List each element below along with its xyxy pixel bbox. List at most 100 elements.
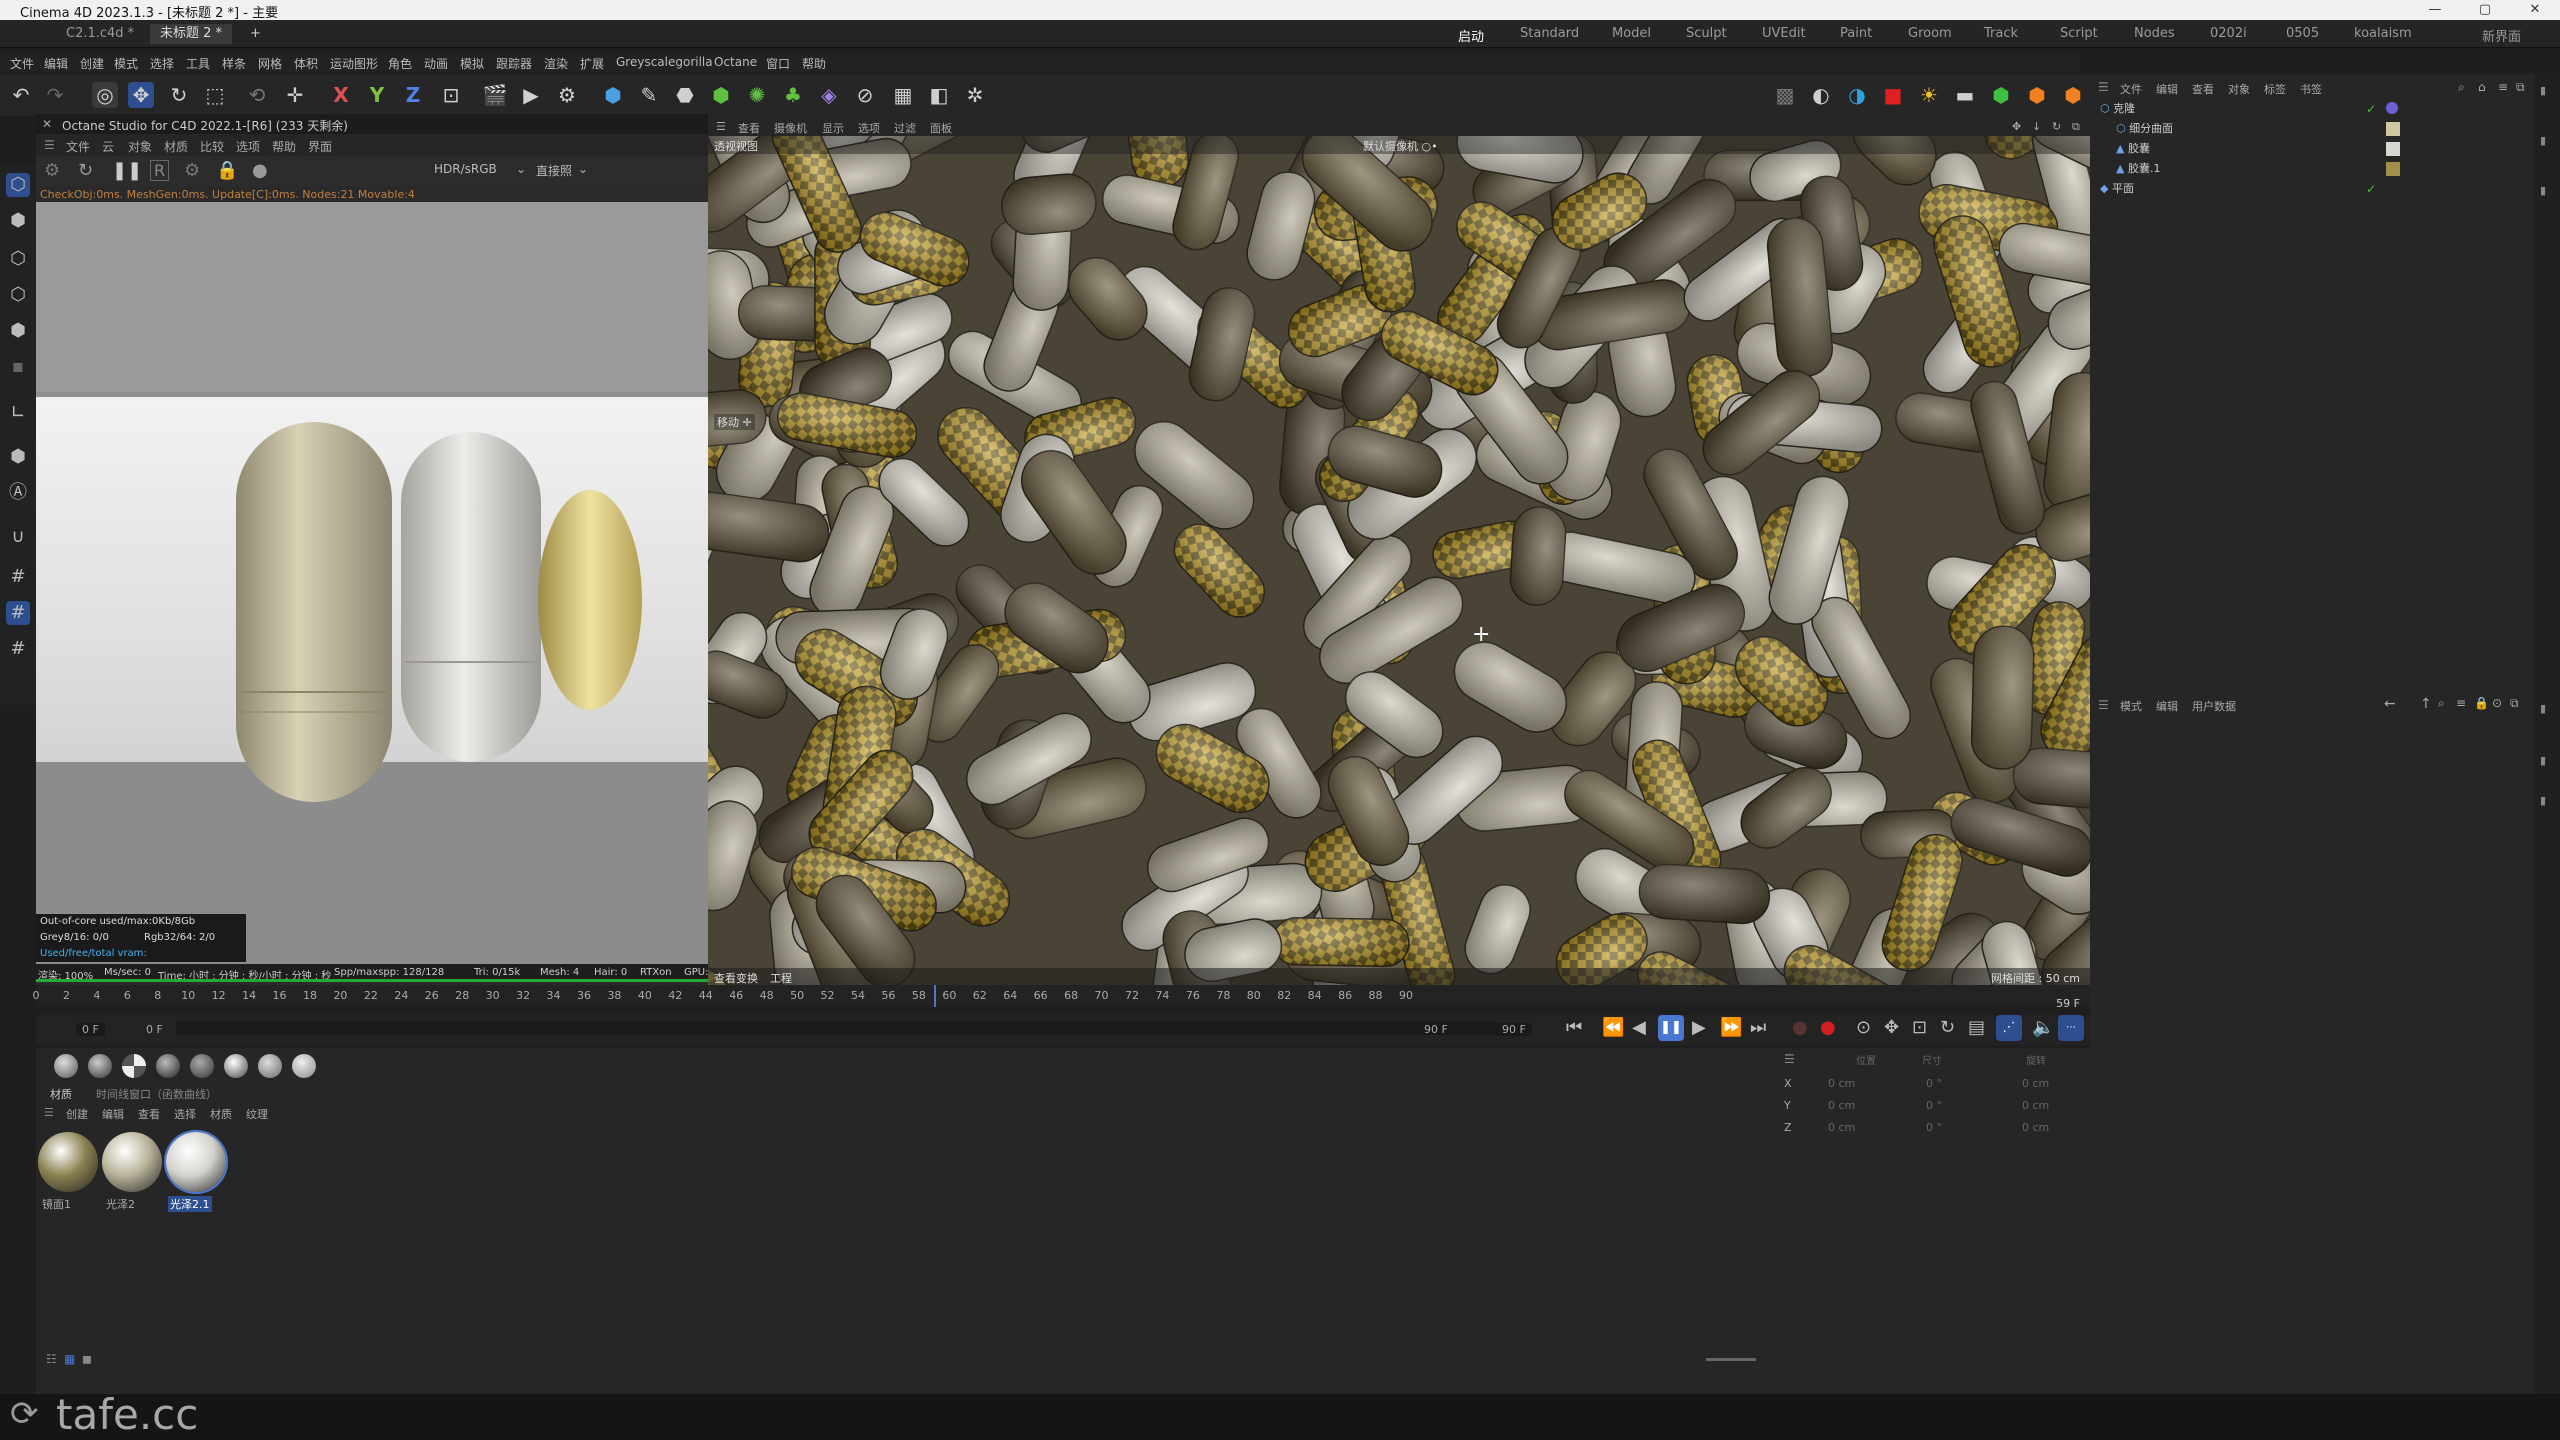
objmgr-menu-bookmarks[interactable]: 书签 [2300, 81, 2322, 97]
coords-hamburger-icon[interactable]: ☰ [1784, 1052, 1795, 1066]
y-axis-icon[interactable]: Y [364, 82, 390, 108]
menu-spline[interactable]: 样条 [222, 55, 246, 72]
menu-mode[interactable]: 模式 [114, 55, 138, 72]
octane-sun-icon[interactable]: ☀ [1916, 82, 1942, 108]
goto-end-icon[interactable]: ⏭ [1750, 1017, 1766, 1038]
objmgr-menu-file[interactable]: 文件 [2120, 81, 2142, 97]
rotate-icon[interactable]: ↻ [166, 82, 192, 108]
coord-x-size[interactable]: 0 cm [2022, 1077, 2049, 1090]
octane-menu-materials[interactable]: 材质 [164, 138, 188, 155]
side-tab-structure-icon[interactable]: ▮ [2540, 794, 2546, 807]
coord-system-icon[interactable]: ⊡ [438, 82, 464, 108]
coord-z-rot[interactable]: 0 ° [1926, 1121, 1942, 1134]
live-select-icon[interactable]: ◎ [92, 82, 118, 108]
octane-record-icon[interactable]: ■ [1880, 82, 1906, 108]
gsg-sphere-3-icon[interactable] [156, 1054, 180, 1078]
large-view-icon[interactable]: ◼ [82, 1352, 92, 1366]
doc-tab-c2[interactable]: C2.1.c4d * [56, 24, 144, 44]
deformer-icon[interactable]: ◈ [816, 82, 842, 108]
octane-render-canvas[interactable] [36, 202, 708, 982]
next-frame-icon[interactable]: ▶ [1692, 1017, 1706, 1038]
menu-help[interactable]: 帮助 [802, 55, 826, 72]
objmgr-menu-edit[interactable]: 编辑 [2156, 81, 2178, 97]
octane-settings-gear-icon[interactable]: ⚙ [184, 160, 200, 181]
close-button[interactable]: ✕ [2510, 0, 2560, 20]
doc-tab-untitled[interactable]: 未标题 2 * [150, 24, 233, 44]
objmgr-home-icon[interactable]: ⌂ [2478, 80, 2486, 94]
material-tab[interactable]: 材质 [50, 1086, 72, 1102]
layout-tab-model[interactable]: Model [1612, 26, 1651, 41]
menu-simulate[interactable]: 模拟 [460, 55, 484, 72]
autokey-record-icon[interactable]: ● [1820, 1017, 1836, 1038]
object-row-plane[interactable]: ◆ 平面 [2100, 180, 2134, 198]
octane-menu-file[interactable]: 文件 [66, 138, 90, 155]
octane-render-mode-select[interactable]: 直接照 [536, 162, 572, 179]
cloner-tag-icon[interactable] [2386, 102, 2398, 114]
coord-y-size[interactable]: 0 cm [2022, 1099, 2049, 1112]
octane-menu-options[interactable]: 选项 [236, 138, 260, 155]
timeline-ruler[interactable]: 0 2 4 6 8 10 12 14 16 18 20 22 24 26 28 30 32 34 36 38 40 42 4… [33, 985, 2090, 1010]
grid-view-icon[interactable]: ▦ [64, 1352, 75, 1366]
render-settings-icon[interactable]: ⚙ [554, 82, 580, 108]
octane-half-icon[interactable]: ◐ [1808, 82, 1834, 108]
render-view-icon[interactable]: 🎬 [482, 82, 508, 108]
menu-tools[interactable]: 工具 [186, 55, 210, 72]
coord-y-pos[interactable]: 0 cm [1828, 1099, 1855, 1112]
menu-select[interactable]: 选择 [150, 55, 174, 72]
layout-tab-0505[interactable]: 0505 [2286, 26, 2319, 41]
object-row-capsule-1[interactable]: ▲ 胶囊.1 [2116, 160, 2160, 178]
attrmgr-lock-icon[interactable]: 🔒 [2474, 696, 2489, 710]
layout-tab-groom[interactable]: Groom [1908, 26, 1952, 41]
layout-tab-koalaism[interactable]: koalaism [2354, 26, 2412, 41]
objmgr-hamburger-icon[interactable]: ☰ [2098, 80, 2109, 94]
octane-menu-compare[interactable]: 比较 [200, 138, 224, 155]
viewport-hamburger-icon[interactable]: ☰ [716, 120, 726, 133]
x-axis-icon[interactable]: X [328, 82, 354, 108]
start-frame-field[interactable]: 0 F [76, 1023, 105, 1036]
layout-tab-script[interactable]: Script [2060, 26, 2098, 41]
edge-mode-icon[interactable]: ⬡ [6, 283, 30, 307]
coord-x-pos[interactable]: 0 cm [1828, 1077, 1855, 1090]
uv-mode-icon[interactable]: ▪ [6, 355, 30, 379]
key-pla-icon[interactable]: ⋰ [1996, 1015, 2022, 1041]
viewport-menu-filter[interactable]: 过滤 [894, 120, 916, 136]
octane-material-icon[interactable]: ⬢ [1988, 82, 2014, 108]
octane-menu-cloud[interactable]: 云 [102, 138, 114, 155]
layout-tab-standard[interactable]: Standard [1520, 26, 1579, 41]
octane-sphere-icon[interactable]: ● [252, 160, 268, 181]
render-picture-icon[interactable]: ▶ [518, 82, 544, 108]
attrmgr-menu-edit[interactable]: 编辑 [2156, 698, 2178, 714]
viewport-menu-options[interactable]: 选项 [858, 120, 880, 136]
layout-tab-uvedit[interactable]: UVEdit [1762, 26, 1806, 41]
gsg-checker-icon[interactable] [122, 1054, 146, 1078]
attrmgr-menu-userdata[interactable]: 用户数据 [2192, 698, 2236, 714]
key-rotate-icon[interactable]: ↻ [1940, 1017, 1955, 1038]
snap-icon[interactable]: ✛ [282, 82, 308, 108]
viewport-menu-display[interactable]: 显示 [822, 120, 844, 136]
camera-icon[interactable]: ◧ [926, 82, 952, 108]
material-menu-texture[interactable]: 纹理 [246, 1106, 268, 1122]
scale-icon[interactable]: ⬚ [202, 82, 228, 108]
attrmgr-hamburger-icon[interactable]: ☰ [2098, 698, 2109, 712]
objmgr-menu-tags[interactable]: 标签 [2264, 81, 2286, 97]
viewport-camera-label[interactable]: 默认摄像机 ○• [1363, 138, 1438, 154]
layout-tab-paint[interactable]: Paint [1840, 26, 1872, 41]
material-swatch-gloss2[interactable] [102, 1132, 162, 1192]
locked-workplane-icon[interactable]: # [6, 637, 30, 661]
timeline-playhead[interactable] [934, 985, 937, 1007]
menu-character[interactable]: 角色 [388, 55, 412, 72]
objmgr-search-icon[interactable]: ⌕ [2458, 80, 2465, 95]
cloner-enabled-check-icon[interactable]: ✓ [2366, 102, 2376, 116]
layout-tab-startup[interactable]: 启动 [1458, 26, 1484, 45]
gsg-sphere-1-icon[interactable] [54, 1054, 78, 1078]
grid-icon[interactable]: ▦ [890, 82, 916, 108]
octane-close-icon[interactable]: ✕ [42, 117, 52, 131]
objmgr-menu-objects[interactable]: 对象 [2228, 81, 2250, 97]
next-key-icon[interactable]: ⏩ [1720, 1017, 1742, 1038]
material-hamburger-icon[interactable]: ☰ [44, 1106, 54, 1119]
subdivision-material-tag-icon[interactable] [2386, 122, 2400, 136]
layout-tab-0202i[interactable]: 0202i [2210, 26, 2247, 41]
objmgr-expand-icon[interactable]: ⧉ [2516, 80, 2525, 95]
timeline-tab[interactable]: 时间线窗口（函数曲线） [96, 1086, 217, 1102]
menu-mograph[interactable]: 运动图形 [330, 55, 378, 72]
